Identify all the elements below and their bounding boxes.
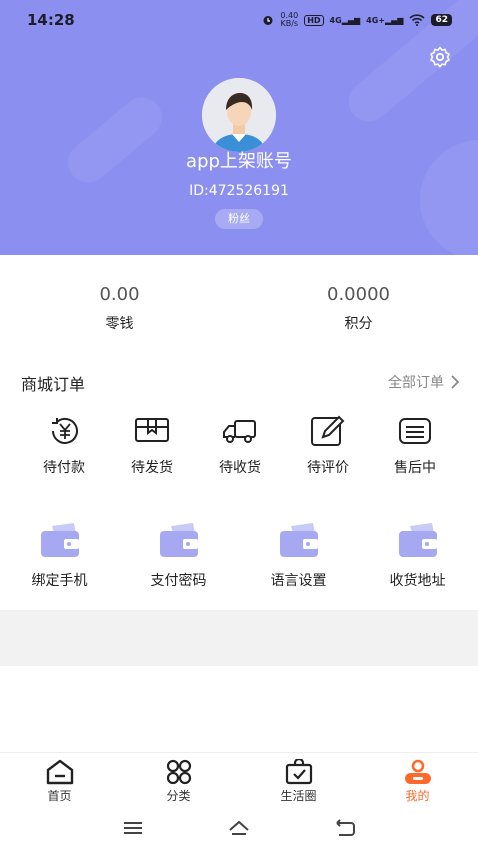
tool-address[interactable]: 收货地址 (358, 522, 477, 590)
home-icon (46, 759, 73, 785)
user-id: ID:472526191 (189, 183, 289, 199)
tool-language[interactable]: 语言设置 (239, 522, 358, 590)
net-speed: 0.40 KB/s (280, 11, 299, 28)
tab-mine[interactable]: 我的 (358, 759, 477, 804)
wallet-icon (159, 523, 198, 557)
username: app上架账号 (186, 151, 292, 172)
tab-life-circle[interactable]: 生活圈 (239, 759, 358, 804)
battery-indicator: 62 (431, 14, 452, 26)
wallet-icon (398, 523, 437, 557)
all-orders-link[interactable]: 全部订单 (388, 372, 460, 392)
home-nav-icon[interactable] (227, 818, 251, 838)
order-pending-receipt[interactable]: 待收货 (196, 415, 284, 477)
points-label: 积分 (344, 316, 373, 332)
sim1-signal: 4G▂▄▆ (329, 15, 361, 25)
balance-label: 零钱 (105, 316, 134, 332)
back-icon[interactable] (333, 818, 357, 838)
order-pending-review[interactable]: 待评价 (284, 415, 372, 477)
order-after-sales[interactable]: 售后中 (371, 415, 459, 477)
tool-bind-phone[interactable]: 绑定手机 (0, 522, 119, 590)
order-pending-shipment[interactable]: 待发货 (108, 415, 196, 477)
tool-label: 支付密码 (150, 573, 207, 589)
order-label: 待收货 (219, 460, 261, 476)
bottom-tab-bar: 首页 分类 生活圈 我的 (0, 752, 478, 808)
status-icons: 0.40 KB/s HD 4G▂▄▆ 4G+▂▄▆ 62 (262, 12, 452, 28)
tab-category[interactable]: 分类 (119, 759, 238, 804)
header-decoration (60, 89, 170, 191)
fans-badge[interactable]: 粉丝 (215, 209, 263, 229)
order-pending-payment[interactable]: 待付款 (20, 415, 108, 477)
package-icon (135, 418, 169, 442)
orders-title: 商城订单 (21, 375, 86, 394)
avatar[interactable] (202, 78, 276, 152)
yuan-coin-icon (52, 417, 78, 444)
wallet-icon (279, 523, 318, 557)
order-label: 待评价 (307, 460, 349, 476)
tab-home[interactable]: 首页 (0, 759, 119, 804)
order-label: 待付款 (43, 460, 85, 476)
balance-value: 0.00 (99, 284, 140, 305)
profile-header: 14:28 0.40 KB/s HD 4G▂▄▆ 4G+▂▄▆ 62 app上架账… (0, 0, 478, 255)
tab-label: 我的 (405, 789, 430, 803)
alarm-icon (263, 16, 273, 25)
points-value: 0.0000 (327, 284, 390, 305)
sim2-signal: 4G+▂▄▆ (366, 15, 404, 25)
hd-badge: HD (304, 14, 324, 26)
truck-icon (223, 420, 256, 443)
tool-pay-password[interactable]: 支付密码 (119, 522, 238, 590)
tool-label: 语言设置 (270, 573, 327, 589)
avatar-image (202, 78, 276, 152)
gear-icon[interactable] (428, 45, 452, 69)
section-divider (0, 610, 478, 666)
tool-label: 收货地址 (389, 573, 446, 589)
tool-label: 绑定手机 (31, 573, 88, 589)
order-label: 待发货 (131, 460, 173, 476)
user-icon (404, 759, 431, 784)
tab-label: 首页 (47, 789, 72, 803)
edit-icon (311, 415, 345, 446)
all-orders-label: 全部订单 (388, 375, 444, 391)
status-bar: 14:28 0.40 KB/s HD 4G▂▄▆ 4G+▂▄▆ 62 (0, 0, 478, 40)
life-bag-icon (285, 759, 312, 785)
menu-icon[interactable] (121, 818, 145, 838)
order-label: 售后中 (394, 460, 436, 476)
wallet-icon (40, 523, 79, 557)
system-nav-bar (0, 808, 478, 850)
chevron-right-icon (451, 375, 460, 389)
balance-points[interactable]: 0.0000 积分 (239, 284, 478, 333)
status-time: 14:28 (27, 11, 75, 29)
tab-label: 分类 (166, 789, 191, 803)
tab-label: 生活圈 (280, 789, 317, 803)
service-list-icon (399, 418, 431, 444)
category-icon (166, 759, 191, 785)
balance-change[interactable]: 0.00 零钱 (0, 284, 239, 333)
wifi-icon (409, 14, 426, 26)
